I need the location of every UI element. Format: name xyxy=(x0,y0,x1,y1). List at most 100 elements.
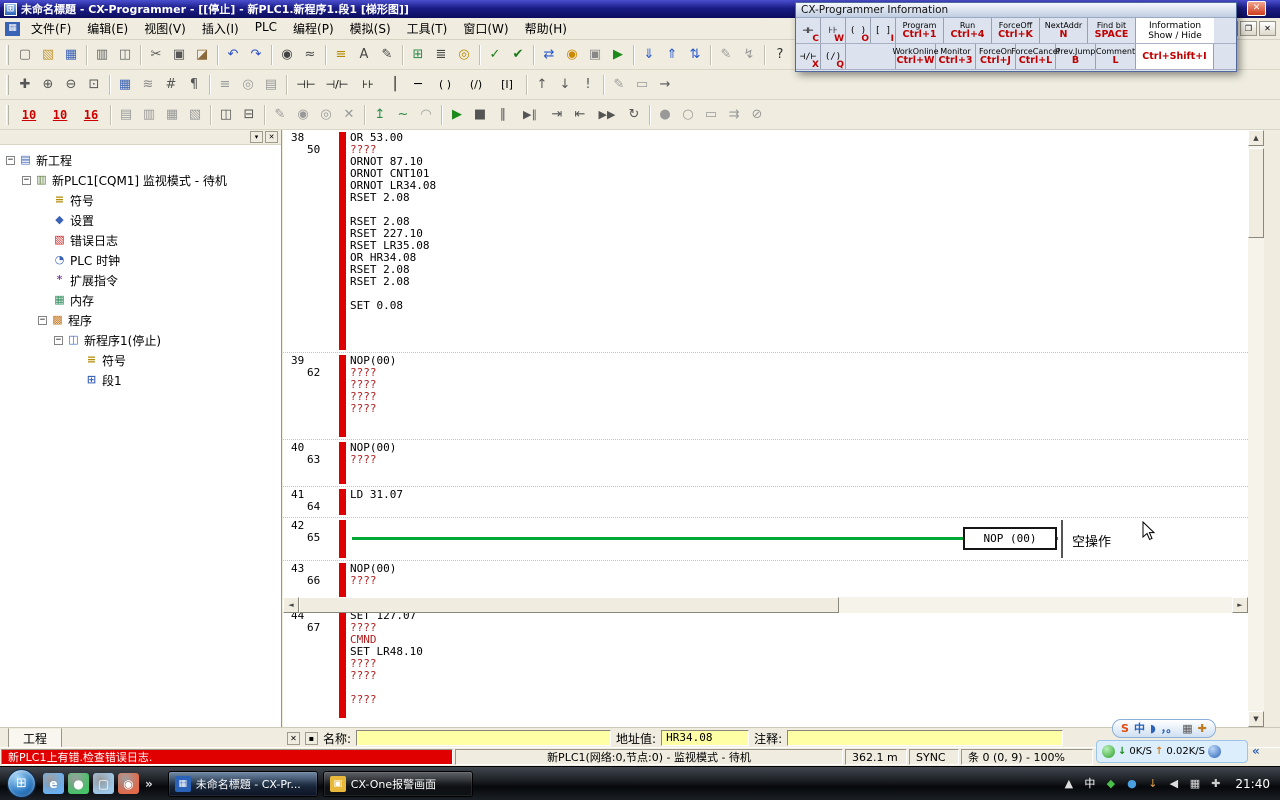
palette-title[interactable]: CX-Programmer Information xyxy=(796,3,1236,18)
tree-item-error-log[interactable]: ▧错误日志 xyxy=(0,230,281,250)
prevjump-shortcut-button[interactable]: Prev.JumpB xyxy=(1056,44,1096,69)
sogou-logo-icon[interactable]: S xyxy=(1121,720,1129,737)
run-mode-tool-icon[interactable]: ▶ xyxy=(607,44,629,66)
display-signed-icon[interactable]: 10 xyxy=(45,104,75,126)
goto-rung-icon[interactable]: → xyxy=(654,74,676,96)
menu-item-8[interactable]: 窗口(W) xyxy=(455,17,516,40)
online-edit-begin-icon[interactable]: ▭ xyxy=(700,104,722,126)
watch-pane-icon[interactable]: ◎ xyxy=(237,74,259,96)
download-tray-icon[interactable]: ↓ xyxy=(1145,776,1160,791)
comment-field[interactable] xyxy=(787,730,1063,746)
tray-expand-icon[interactable]: ▲ xyxy=(1061,776,1076,791)
transfer-to-plc-icon[interactable]: ⇓ xyxy=(638,44,660,66)
volume-tray-icon[interactable]: ◀ xyxy=(1166,776,1181,791)
nextaddr-shortcut-button[interactable]: NextAddrN xyxy=(1040,18,1088,43)
comment-shortcut-button[interactable]: CommentL xyxy=(1096,44,1136,69)
address-display-icon[interactable]: # xyxy=(160,74,182,96)
step-out-icon[interactable]: ⇤ xyxy=(569,104,591,126)
block-program-icon[interactable]: ▭ xyxy=(631,74,653,96)
online-edit-icon[interactable]: ✎ xyxy=(715,44,737,66)
cross-reference-icon[interactable]: ▥ xyxy=(138,104,160,126)
force-cancel-tool-icon[interactable]: ✕ xyxy=(338,104,360,126)
simulator-run-icon[interactable]: ▶ xyxy=(446,104,468,126)
zoom-fit-icon[interactable]: ⊡ xyxy=(83,74,105,96)
replace-icon[interactable]: ≈ xyxy=(299,44,321,66)
step-run-icon[interactable]: ▶∥ xyxy=(515,104,545,126)
symbols-pane-icon[interactable]: ≡ xyxy=(214,74,236,96)
mnemonic-view-icon[interactable]: ≣ xyxy=(430,44,452,66)
set-breakpoint-icon[interactable]: ● xyxy=(654,104,676,126)
menu-item-1[interactable]: 编辑(E) xyxy=(79,17,136,40)
ladder-row[interactable]: NOP (00)空操作 xyxy=(350,520,1248,558)
instruction-icon[interactable]: [ ]I xyxy=(871,18,896,43)
program-shortcut-button[interactable]: ProgramCtrl+1 xyxy=(896,18,944,43)
rung-comment-icon[interactable]: ✎ xyxy=(376,44,398,66)
input-mode-chinese-icon[interactable]: 中 xyxy=(1134,720,1145,737)
horizontal-scrollbar[interactable]: ◄ ► xyxy=(283,597,1248,613)
comment-display-icon[interactable]: ¶ xyxy=(183,74,205,96)
task-cx-one-alarm[interactable]: ▣CX-One报警画面 xyxy=(323,771,473,797)
tree-item-expansion-instructions[interactable]: *扩展指令 xyxy=(0,270,281,290)
operand-close-button[interactable]: ✕ xyxy=(287,732,300,745)
start-button[interactable]: ⊞ xyxy=(7,769,36,798)
zoom-out-icon[interactable]: ⊖ xyxy=(60,74,82,96)
symbol-view-icon[interactable]: ◎ xyxy=(453,44,475,66)
cut-icon[interactable]: ✂ xyxy=(145,44,167,66)
address-field[interactable]: HR34.08 xyxy=(661,730,749,746)
netmon-settings-icon[interactable] xyxy=(1208,745,1221,758)
menu-item-3[interactable]: 插入(I) xyxy=(194,17,247,40)
close-button[interactable]: ✕ xyxy=(1247,1,1266,16)
network-tray-icon[interactable]: ▦ xyxy=(1187,776,1202,791)
operand-pin-button[interactable]: ▪ xyxy=(305,732,318,745)
send-changes-icon[interactable]: ↯ xyxy=(738,44,760,66)
nop-instruction-box[interactable]: NOP (00) xyxy=(963,527,1057,550)
mdi-close-button[interactable]: ✕ xyxy=(1259,21,1276,36)
display-decimal-icon[interactable]: 10 xyxy=(14,104,44,126)
internet-explorer-icon[interactable]: e xyxy=(43,773,64,794)
rung-content[interactable]: LD 31.07 xyxy=(346,487,1248,517)
rung-content[interactable]: NOP(00)???????????????? xyxy=(346,353,1248,439)
menu-item-0[interactable]: 文件(F) xyxy=(23,17,79,40)
new-instruction-icon[interactable]: [I] xyxy=(492,74,522,96)
wrap-toggle-icon[interactable]: ≋ xyxy=(137,74,159,96)
menu-item-2[interactable]: 视图(V) xyxy=(136,17,194,40)
monitor-shortcut-button[interactable]: MonitorCtrl+3 xyxy=(936,44,976,69)
or-contact-icon[interactable]: ⊦⊦W xyxy=(821,18,846,43)
rung-content[interactable]: OR 53.00????ORNOT 87.10ORNOT CNT101ORNOT… xyxy=(346,130,1248,352)
name-field[interactable] xyxy=(356,730,611,746)
online-edit-send-icon[interactable]: ⇉ xyxy=(723,104,745,126)
information-toggle-button[interactable]: InformationShow / Hide xyxy=(1136,18,1214,43)
fullwidth-toggle-icon[interactable]: ◗ xyxy=(1150,720,1156,737)
io-table-icon[interactable]: ▧ xyxy=(184,104,206,126)
tree-expander[interactable]: − xyxy=(54,336,63,345)
cx-information-palette[interactable]: CX-Programmer Information ⊣⊢C⊦⊦W( )O[ ]I… xyxy=(795,2,1237,72)
print-icon[interactable]: ▥ xyxy=(91,44,113,66)
tree-item-memory[interactable]: ▦内存 xyxy=(0,290,281,310)
data-trace-icon[interactable]: ~ xyxy=(392,104,414,126)
compile-all-icon[interactable]: ✔ xyxy=(507,44,529,66)
help-icon[interactable]: ? xyxy=(769,44,791,66)
find-icon[interactable]: ◉ xyxy=(276,44,298,66)
or-contact-icon[interactable]: ⊦⊦ xyxy=(353,74,383,96)
immediate-refresh-icon[interactable]: ! xyxy=(577,74,599,96)
workonline-shortcut-button[interactable]: WorkOnlineCtrl+W xyxy=(896,44,936,69)
scan-run-icon[interactable]: ↻ xyxy=(623,104,645,126)
quick-launch-overflow[interactable]: » xyxy=(143,777,155,791)
toolbar-grip[interactable] xyxy=(6,105,9,125)
new-closed-coil-icon[interactable]: (/) xyxy=(461,74,491,96)
task-cx-programmer[interactable]: ▦未命名標題 - CX-Pr... xyxy=(168,771,318,797)
show-desktop-icon[interactable]: ▢ xyxy=(93,773,114,794)
new-contact-icon[interactable]: ⊣⊢C xyxy=(796,18,821,43)
ime-indicator-icon[interactable]: 中 xyxy=(1082,776,1097,791)
rung-content[interactable]: SET 127.07????CMNDSET LR48.10???????? ??… xyxy=(346,608,1248,720)
tree-expander[interactable]: − xyxy=(6,156,15,165)
horizontal-scroll-thumb[interactable] xyxy=(299,597,839,613)
transfer-from-plc-icon[interactable]: ⇑ xyxy=(661,44,683,66)
antivirus-tray-icon[interactable]: ◆ xyxy=(1103,776,1118,791)
tree-expander[interactable]: − xyxy=(22,176,31,185)
horizontal-scroll-track[interactable] xyxy=(839,597,1232,613)
tree-item-project-root[interactable]: −▤新工程 xyxy=(0,150,281,170)
differential-up-icon[interactable]: ↑ xyxy=(531,74,553,96)
tree-item-section1[interactable]: ⊞段1 xyxy=(0,370,281,390)
set-new-value-icon[interactable]: ✎ xyxy=(269,104,291,126)
